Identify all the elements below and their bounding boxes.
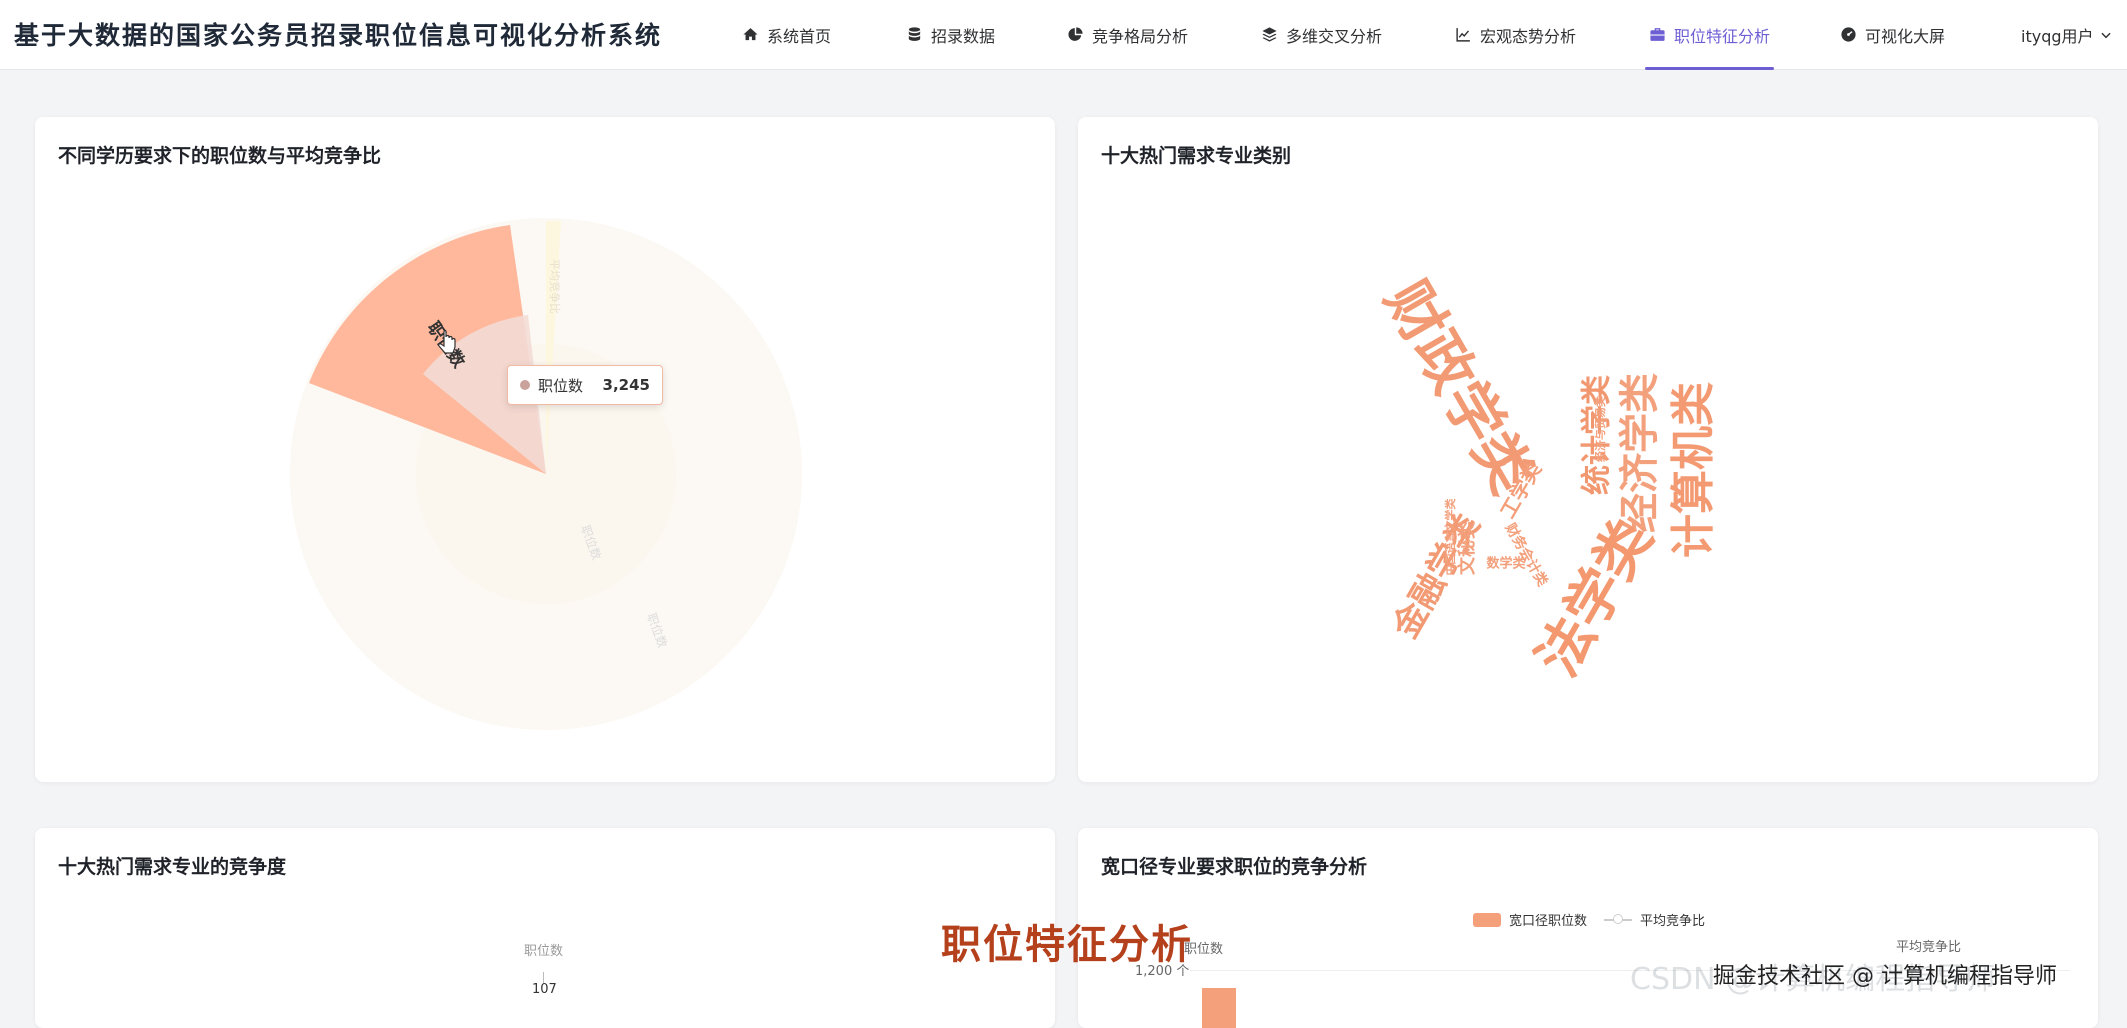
nav-home[interactable]: 系统首页 (742, 0, 831, 69)
card-title: 十大热门需求专业的竞争度 (58, 856, 287, 878)
education-pie-chart[interactable]: 职位数 职位数 职位数 平均竞争比 (35, 117, 1055, 782)
nav-home-label: 系统首页 (767, 26, 832, 46)
wordcloud-word[interactable]: 法学类 (1525, 509, 1665, 687)
wordcloud-word[interactable]: 中国语言文学类 (1443, 498, 1457, 576)
chart-tooltip: 职位数 3,245 (507, 365, 663, 405)
app-title: 基于大数据的国家公务员招录职位信息可视化分析系统 (14, 21, 663, 50)
nav-data-label: 招录数据 (931, 26, 996, 46)
axis-name: 职位数 (524, 944, 564, 959)
majors-wordcloud-card: 十大热门需求专业类别 财政学类 计算机类 经济学类 统计学类 金融学类 法学类 中国语言文学… (1078, 117, 2098, 782)
top-navbar: 基于大数据的国家公务员招录职位信息可视化分析系统 系统首页 招录数据 竞争格局分… (0, 0, 2127, 70)
tooltip-color-dot (520, 380, 530, 390)
nav-data[interactable]: 招录数据 (906, 0, 995, 69)
user-name: ityqg用户 (2021, 26, 2094, 46)
majors-wordcloud[interactable]: 财政学类 计算机类经济学类统计学类金融学类 法学类中国语言文学类经济与贸易类财务会计… (1078, 117, 2098, 782)
legend-label: 宽口径职位数 (1509, 914, 1588, 929)
bar[interactable] (1202, 988, 1236, 1028)
legend-label: 平均竞争比 (1640, 914, 1706, 929)
video-caption: 职位特征分析 (941, 922, 1193, 968)
layers-icon (1262, 27, 1277, 42)
nav-macro[interactable]: 宏观态势分析 (1455, 0, 1576, 69)
wordcloud-word[interactable]: 经济与贸易类 (1593, 395, 1607, 462)
nav-dashboard[interactable]: 可视化大屏 (1840, 0, 1945, 69)
axis-value: 107 (532, 982, 557, 997)
pie-chart-icon (1068, 27, 1083, 41)
wordcloud-word[interactable]: 计算机类 (1668, 382, 1719, 558)
wordcloud-word[interactable]: 经济学类 (1617, 373, 1663, 533)
major-competition-card: 十大热门需求专业的竞争度 职位数 107 (35, 828, 1055, 1028)
nav-position-features[interactable]: 职位特征分析 (1644, 0, 1775, 70)
legend-line-swatch (1604, 913, 1632, 924)
wordcloud-word[interactable]: 数学类 (1486, 556, 1526, 572)
line-chart-icon (1456, 28, 1470, 42)
nav-position-features-label: 职位特征分析 (1674, 26, 1771, 46)
chevron-down-icon (2100, 32, 2111, 38)
nav-competition[interactable]: 竞争格局分析 (1067, 0, 1188, 69)
database-icon (908, 27, 921, 41)
wordcloud-word[interactable]: 财务会计类 (1501, 519, 1552, 590)
legend-bar-swatch (1473, 912, 1501, 927)
legend-broad-count[interactable]: 宽口径职位数 (1473, 910, 1587, 929)
tooltip-value: 3,245 (602, 376, 650, 394)
faint-label-3: 平均竞争比 (548, 259, 562, 314)
nav-multidim-label: 多维交叉分析 (1286, 26, 1383, 46)
legend-avg-ratio[interactable]: 平均竞争比 (1604, 910, 1705, 929)
nav-macro-label: 宏观态势分析 (1480, 26, 1577, 46)
user-menu[interactable]: ityqg用户 (2021, 0, 2113, 69)
nav-competition-label: 竞争格局分析 (1092, 26, 1189, 46)
broad-major-card: 宽口径专业要求职位的竞争分析 宽口径职位数 平均竞争比 职位数 1,200 个 … (1078, 828, 2098, 1028)
home-icon (743, 28, 758, 41)
source-watermark: 掘金技术社区 @ 计算机编程指导师 (1713, 964, 2057, 989)
wordcloud-word[interactable]: 文秘类 (1456, 520, 1478, 575)
education-chart-card: 不同学历要求下的职位数与平均竞争比 职位数 职位数 职位数 平均竞争比 职位数 … (35, 117, 1055, 782)
nav-dashboard-label: 可视化大屏 (1865, 26, 1946, 46)
card-title: 宽口径专业要求职位的竞争分析 (1101, 856, 1368, 878)
y-right-axis-name: 平均竞争比 (1896, 940, 1962, 955)
nav-multidim[interactable]: 多维交叉分析 (1261, 0, 1382, 69)
briefcase-icon (1650, 28, 1665, 41)
tooltip-series: 职位数 (538, 376, 584, 395)
dashboard-icon (1841, 27, 1856, 42)
